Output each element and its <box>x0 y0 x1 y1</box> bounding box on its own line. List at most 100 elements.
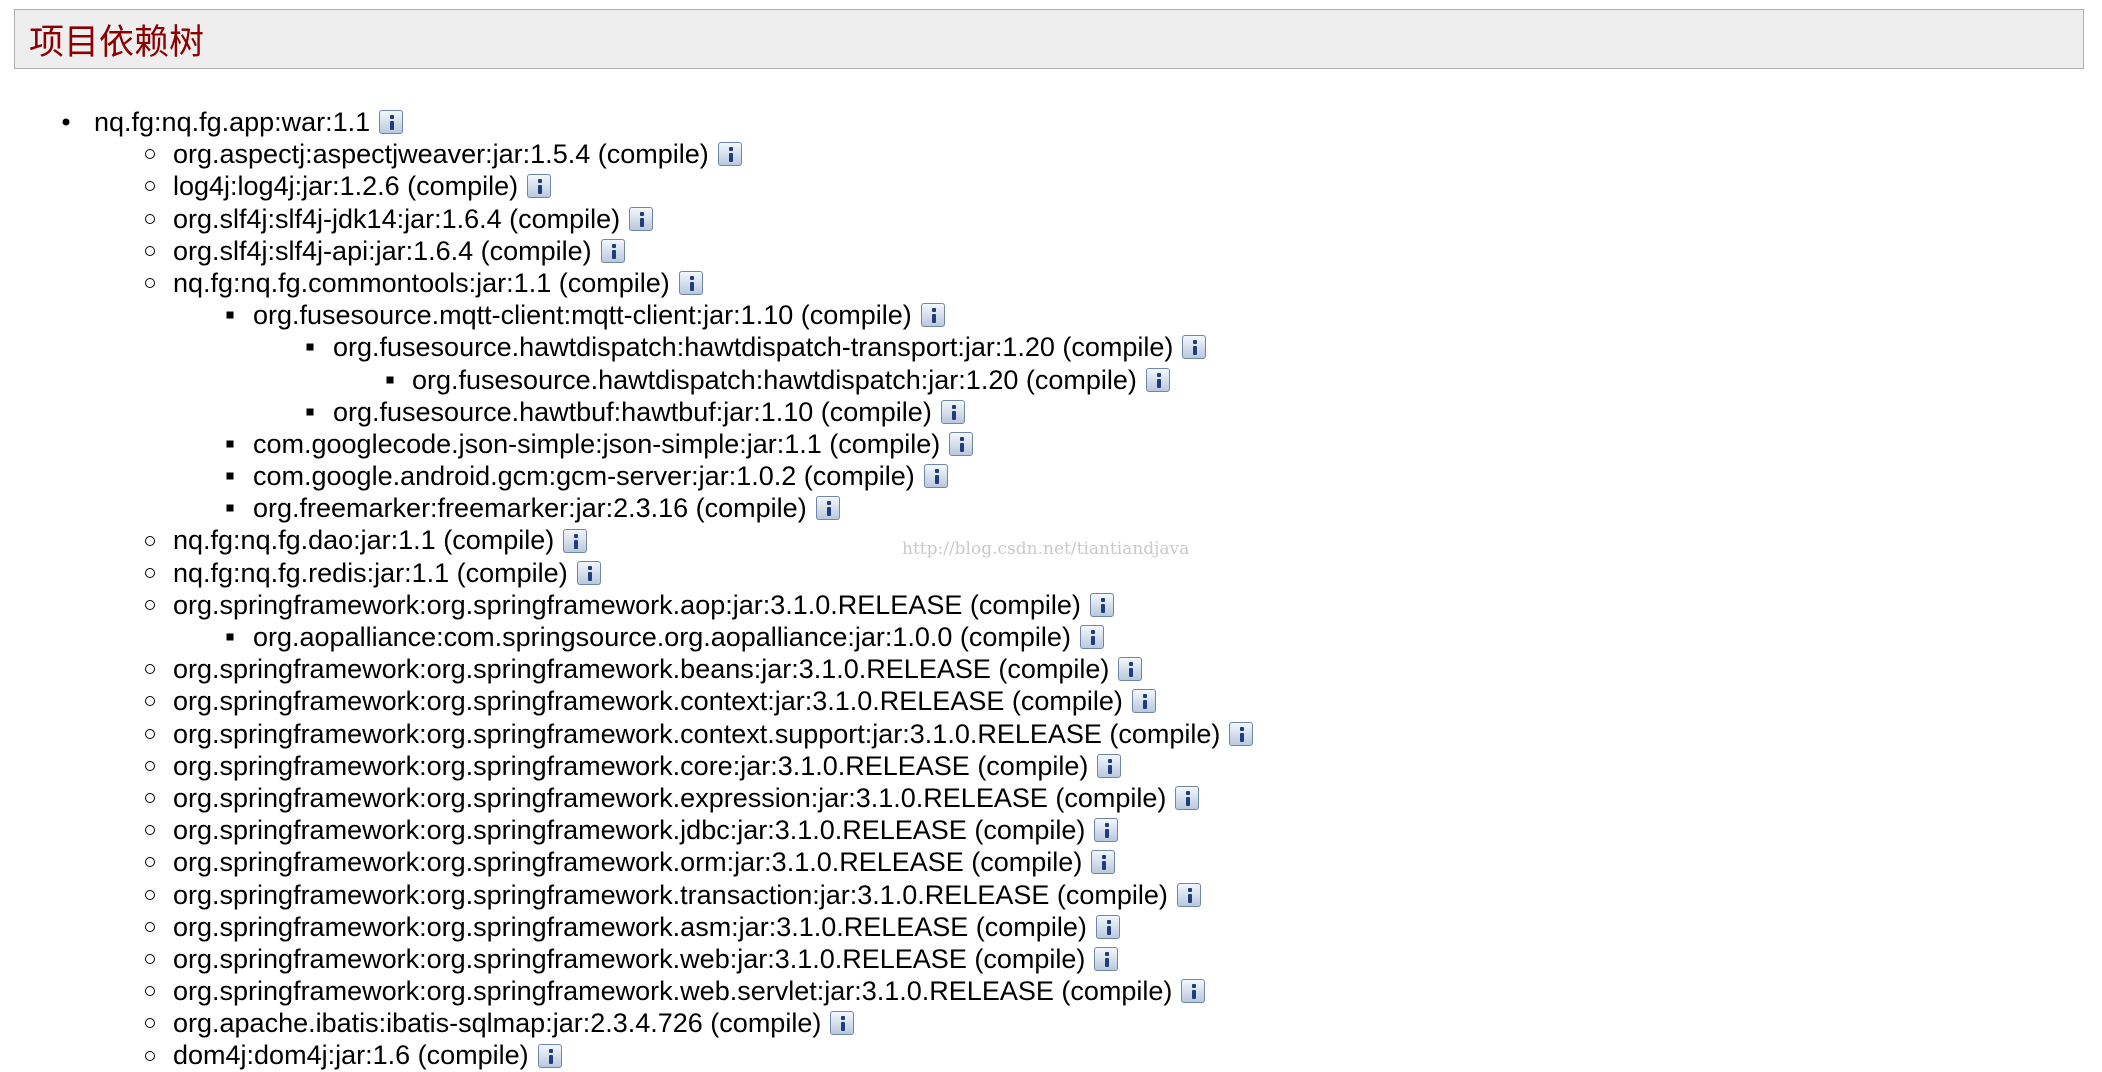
dependency-label: org.slf4j:slf4j-api:jar:1.6.4 (compile) <box>173 235 592 266</box>
list-bullet <box>145 278 155 289</box>
dependency-label: org.springframework:org.springframework.… <box>173 782 1167 813</box>
dependency-item-entry: org.springframework:org.springframework.… <box>173 943 1119 975</box>
dependency-item-entry: nq.fg:nq.fg.commontools:jar:1.1 (compile… <box>173 267 703 299</box>
list-bullet <box>145 535 155 546</box>
info-icon[interactable] <box>1175 786 1200 811</box>
list-bullet <box>145 953 155 964</box>
info-icon[interactable] <box>576 560 601 585</box>
list-bullet <box>306 408 314 416</box>
dependency-item: org.slf4j:slf4j-api:jar:1.6.4 (compile) <box>0 235 2102 267</box>
list-bullet <box>145 728 155 739</box>
dependency-label: org.springframework:org.springframework.… <box>173 589 1081 620</box>
list-bullet <box>145 921 155 932</box>
info-icon[interactable] <box>1094 946 1119 971</box>
dependency-item-entry: org.springframework:org.springframework.… <box>173 685 1156 717</box>
dependency-label: org.freemarker:freemarker:jar:2.3.16 (co… <box>253 493 807 524</box>
info-icon[interactable] <box>600 238 625 263</box>
dependency-item: org.freemarker:freemarker:jar:2.3.16 (co… <box>0 492 2102 524</box>
dependency-item: org.springframework:org.springframework.… <box>0 589 2102 621</box>
dependency-item-entry: org.aopalliance:com.springsource.org.aop… <box>253 621 1104 653</box>
page-title: 项目依赖树 <box>29 22 205 63</box>
info-icon[interactable] <box>1091 850 1116 875</box>
info-icon[interactable] <box>923 464 948 489</box>
dependency-label: org.springframework:org.springframework.… <box>173 847 1083 878</box>
info-icon[interactable] <box>1095 914 1120 939</box>
dependency-item: org.apache.ibatis:ibatis-sqlmap:jar:2.3.… <box>0 1007 2102 1039</box>
info-icon[interactable] <box>1176 882 1201 907</box>
dependency-label: com.googlecode.json-simple:json-simple:j… <box>253 428 941 459</box>
dependency-item-entry: org.springframework:org.springframework.… <box>173 814 1119 846</box>
info-icon[interactable] <box>678 271 703 296</box>
list-bullet <box>145 245 155 256</box>
dependency-label: nq.fg:nq.fg.commontools:jar:1.1 (compile… <box>173 267 670 298</box>
dependency-item: org.springframework:org.springframework.… <box>0 653 2102 685</box>
info-icon[interactable] <box>1097 753 1122 778</box>
info-icon[interactable] <box>1094 818 1119 843</box>
section-header: 项目依赖树 <box>14 9 2084 69</box>
list-bullet <box>226 311 234 319</box>
dependency-item: nq.fg:nq.fg.redis:jar:1.1 (compile) <box>0 557 2102 589</box>
dependency-label: org.springframework:org.springframework.… <box>173 911 1087 942</box>
list-bullet <box>145 181 155 192</box>
info-icon[interactable] <box>629 206 654 231</box>
info-icon[interactable] <box>940 399 965 424</box>
info-icon[interactable] <box>563 528 588 553</box>
dependency-label: org.springframework:org.springframework.… <box>173 718 1221 749</box>
dependency-label: org.fusesource.hawtbuf:hawtbuf:jar:1.10 … <box>333 396 932 427</box>
info-icon[interactable] <box>1089 592 1114 617</box>
dependency-item: log4j:log4j:jar:1.2.6 (compile) <box>0 170 2102 202</box>
dependency-label: org.apache.ibatis:ibatis-sqlmap:jar:2.3.… <box>173 1008 822 1039</box>
list-bullet <box>145 857 155 868</box>
dependency-item: org.springframework:org.springframework.… <box>0 975 2102 1007</box>
list-bullet <box>145 986 155 997</box>
dependency-label: org.aopalliance:com.springsource.org.aop… <box>253 622 1071 652</box>
dependency-item-entry: org.slf4j:slf4j-jdk14:jar:1.6.4 (compile… <box>173 203 654 235</box>
info-icon[interactable] <box>379 110 404 135</box>
dependency-item: org.springframework:org.springframework.… <box>0 943 2102 975</box>
info-icon[interactable] <box>1181 979 1206 1004</box>
dependency-item-entry: org.fusesource.hawtdispatch:hawtdispatch… <box>333 331 1207 363</box>
list-bullet <box>145 825 155 836</box>
info-icon[interactable] <box>537 1043 562 1068</box>
dependency-item: org.aopalliance:com.springsource.org.aop… <box>0 621 2102 653</box>
info-icon[interactable] <box>527 174 552 199</box>
dependency-item-entry: nq.fg:nq.fg.app:war:1.1 <box>94 106 404 138</box>
dependency-item: org.slf4j:slf4j-jdk14:jar:1.6.4 (compile… <box>0 203 2102 235</box>
info-icon[interactable] <box>815 496 840 521</box>
info-icon[interactable] <box>830 1011 855 1036</box>
dependency-label: org.springframework:org.springframework.… <box>173 815 1086 846</box>
info-icon[interactable] <box>717 142 742 167</box>
info-icon[interactable] <box>1145 367 1170 392</box>
dependency-item: org.springframework:org.springframework.… <box>0 750 2102 782</box>
list-bullet <box>145 889 155 900</box>
dependency-label: org.fusesource.mqtt-client:mqtt-client:j… <box>253 300 912 331</box>
dependency-item: org.springframework:org.springframework.… <box>0 718 2102 750</box>
dependency-item: org.aspectj:aspectjweaver:jar:1.5.4 (com… <box>0 138 2102 170</box>
dependency-item: nq.fg:nq.fg.app:war:1.1 <box>0 106 2102 138</box>
dependency-tree: nq.fg:nq.fg.app:war:1.1 org.aspectj:aspec… <box>0 106 2102 1072</box>
dependency-label: org.slf4j:slf4j-jdk14:jar:1.6.4 (compile… <box>173 203 621 234</box>
dependency-label: org.aspectj:aspectjweaver:jar:1.5.4 (com… <box>173 139 709 170</box>
dependency-item-entry: nq.fg:nq.fg.dao:jar:1.1 (compile) <box>173 524 588 556</box>
dependency-item-entry: org.springframework:org.springframework.… <box>173 846 1116 878</box>
info-icon[interactable] <box>1118 657 1143 682</box>
info-icon[interactable] <box>1079 625 1104 650</box>
dependency-item: org.springframework:org.springframework.… <box>0 846 2102 878</box>
list-bullet <box>145 1018 155 1029</box>
info-icon[interactable] <box>1229 721 1254 746</box>
dependency-label: org.springframework:org.springframework.… <box>173 976 1173 1007</box>
info-icon[interactable] <box>949 431 974 456</box>
dependency-item: nq.fg:nq.fg.commontools:jar:1.1 (compile… <box>0 267 2102 299</box>
dependency-item-entry: org.freemarker:freemarker:jar:2.3.16 (co… <box>253 492 840 524</box>
dependency-item-entry: org.aspectj:aspectjweaver:jar:1.5.4 (com… <box>173 138 742 170</box>
info-icon[interactable] <box>920 303 945 328</box>
dependency-label: org.springframework:org.springframework.… <box>173 750 1089 781</box>
dependency-item-entry: log4j:log4j:jar:1.2.6 (compile) <box>173 170 552 202</box>
info-icon[interactable] <box>1182 335 1207 360</box>
list-bullet <box>306 343 314 351</box>
dependency-item-entry: nq.fg:nq.fg.redis:jar:1.1 (compile) <box>173 557 601 589</box>
info-icon[interactable] <box>1131 689 1156 714</box>
dependency-label: org.fusesource.hawtdispatch:hawtdispatch… <box>333 332 1174 363</box>
dependency-item-entry: org.springframework:org.springframework.… <box>173 911 1120 943</box>
list-bullet <box>145 696 155 707</box>
